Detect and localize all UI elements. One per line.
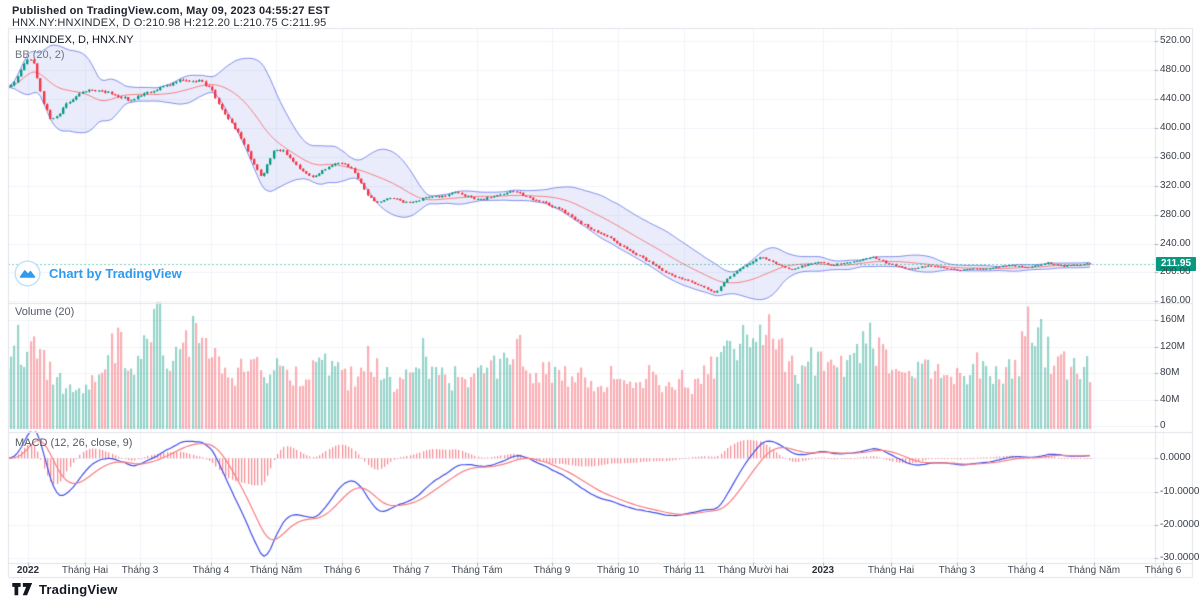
time-axis-label: Tháng 7 [392, 565, 430, 576]
price-axis-tick: 200.00 [1160, 266, 1191, 278]
time-axis-label: Tháng Hai [867, 565, 915, 576]
macd-axis-tick: 0.0000 [1160, 452, 1191, 464]
time-axis-label: Tháng 4 [192, 565, 230, 576]
price-axis-tick: 440.00 [1160, 93, 1191, 105]
volume-axis-tick: 40M [1160, 393, 1180, 405]
tradingview-footer-logo[interactable]: TradingView [12, 582, 118, 597]
price-pane-legend-symbol[interactable]: HNXINDEX, D, HNX.NY [15, 34, 134, 46]
macd-axis-tick: -10.0000 [1160, 485, 1200, 497]
time-axis-label: Tháng 10 [596, 565, 640, 576]
published-chart-page: Published on TradingView.com, May 09, 20… [0, 0, 1200, 602]
tradingview-mountain-icon [14, 260, 41, 287]
price-axis-tick: 320.00 [1160, 179, 1191, 191]
tradingview-watermark[interactable]: Chart by TradingView [14, 260, 182, 287]
price-axis-tick: 400.00 [1160, 121, 1191, 133]
time-axis-label: Tháng 3 [938, 565, 976, 576]
volume-axis-tick: 80M [1160, 367, 1180, 378]
time-axis-label: Tháng Mười hai [717, 565, 789, 576]
macd-axis-tick: -20.0000 [1160, 518, 1200, 530]
time-axis-label: Tháng 9 [533, 565, 571, 576]
price-axis-tick: 240.00 [1160, 237, 1191, 249]
time-axis-label: 2023 [811, 565, 835, 576]
time-axis-label: 2022 [16, 565, 40, 576]
volume-axis-tick: 160M [1160, 314, 1186, 325]
macd-legend[interactable]: MACD (12, 26, close, 9) [15, 437, 132, 449]
watermark-label[interactable]: Chart by TradingView [49, 266, 182, 281]
time-axis-label: Tháng 11 [663, 565, 705, 576]
bollinger-legend[interactable]: BB (20, 2) [15, 49, 65, 61]
price-axis-tick: 280.00 [1160, 208, 1191, 220]
time-axis-label: Tháng 3 [121, 565, 159, 576]
volume-axis-tick: 120M [1160, 340, 1186, 352]
time-axis-label: Tháng Hai [61, 565, 109, 576]
published-info: Published on TradingView.com, May 09, 20… [12, 5, 330, 17]
price-axis-tick: 520.00 [1160, 35, 1191, 47]
time-axis-label: Tháng Năm [1067, 565, 1121, 576]
symbol-ohlc-info: HNX.NY:HNXINDEX, D O:210.98 H:212.20 L:2… [12, 17, 327, 29]
footer-brand-label: TradingView [39, 582, 118, 597]
chart-canvas[interactable] [0, 0, 1200, 602]
time-axis-label: Tháng 4 [1007, 565, 1045, 576]
time-axis-label: Tháng 6 [323, 565, 361, 576]
tradingview-17-icon [12, 583, 33, 596]
price-axis-tick: 360.00 [1160, 150, 1191, 162]
time-axis-label: Tháng 6 [1144, 565, 1182, 576]
price-axis-tick: 160.00 [1160, 295, 1191, 307]
time-axis-label: Tháng Tám [451, 565, 503, 576]
price-axis-tick: 480.00 [1160, 64, 1191, 76]
macd-axis-tick: -30.0000 [1160, 552, 1200, 564]
volume-legend[interactable]: Volume (20) [15, 306, 74, 318]
volume-axis-tick: 0 [1160, 420, 1166, 431]
time-axis-label: Tháng Năm [249, 565, 303, 576]
